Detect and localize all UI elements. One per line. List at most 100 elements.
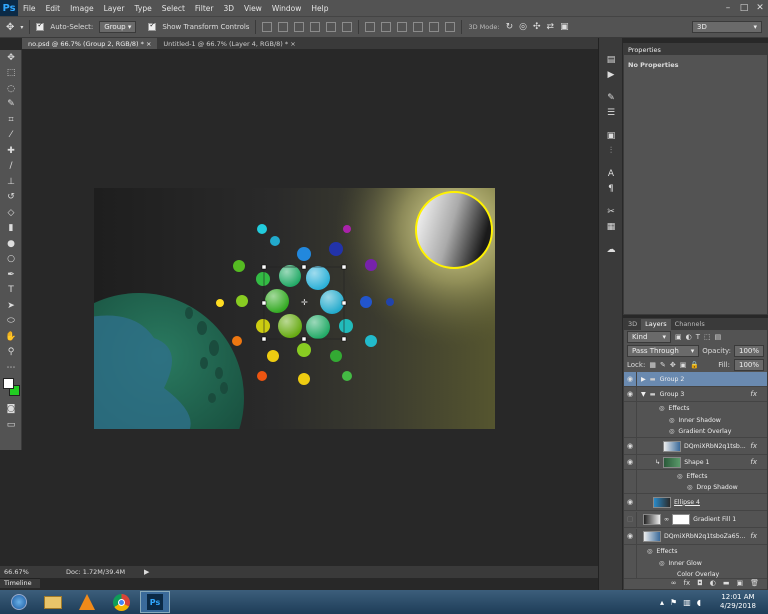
minimize-icon[interactable]: – xyxy=(720,0,736,16)
effect-row[interactable]: ◎ Gradient Overlay xyxy=(624,424,767,439)
effect-eye-icon[interactable]: ◎ xyxy=(687,484,692,491)
brush-tool-icon[interactable]: / xyxy=(0,159,22,175)
tools-presets-icon[interactable]: ✂ xyxy=(599,204,623,219)
fx-icon[interactable]: fx xyxy=(750,458,757,466)
menu-filter[interactable]: Filter xyxy=(190,4,219,13)
libraries-panel-icon[interactable]: ☁ xyxy=(599,242,623,257)
volume-icon[interactable]: ◖ xyxy=(697,598,701,607)
distribute-top-icon[interactable] xyxy=(365,22,376,32)
lock-paint-icon[interactable]: ✎ xyxy=(660,361,666,369)
new-layer-icon[interactable]: ▣ xyxy=(736,579,743,589)
swatches-panel-icon[interactable]: ▦ xyxy=(599,219,623,234)
layer-row[interactable]: ◉ Ellipse 4 xyxy=(624,494,767,511)
document-canvas[interactable]: ✛ xyxy=(94,188,495,429)
tab-close-icon[interactable]: × xyxy=(146,40,151,48)
dodge-tool-icon[interactable]: ○ xyxy=(0,252,22,268)
healing-brush-tool-icon[interactable]: ✚ xyxy=(0,143,22,159)
layer-row[interactable]: ◉ DQmiXRbN2q1tsboZa65... fx xyxy=(624,528,767,545)
fx-icon[interactable]: fx xyxy=(750,442,757,450)
quick-select-tool-icon[interactable]: ✎ xyxy=(0,97,22,113)
network-icon[interactable]: ▥ xyxy=(683,598,691,607)
distribute-right-icon[interactable] xyxy=(445,22,456,32)
close-icon[interactable]: ✕ xyxy=(752,0,768,16)
type-tool-icon[interactable]: T xyxy=(0,283,22,299)
chevron-down-icon[interactable]: ▾ xyxy=(20,24,23,31)
lock-artboard-icon[interactable]: ▣ xyxy=(680,361,687,369)
clone-stamp-tool-icon[interactable]: ⊥ xyxy=(0,174,22,190)
new-group-icon[interactable]: ▬ xyxy=(723,579,730,589)
eyedropper-tool-icon[interactable]: ⁄ xyxy=(0,128,22,144)
move-tool-icon[interactable]: ✥ xyxy=(0,50,22,66)
marquee-tool-icon[interactable]: ⬚ xyxy=(0,66,22,82)
expand-arrow-icon[interactable]: ▼ xyxy=(641,391,646,398)
workspace-dropdown[interactable]: 3D ▾ xyxy=(692,21,762,33)
delete-layer-icon[interactable]: 🗑 xyxy=(750,579,759,589)
eye-icon[interactable]: ◉ xyxy=(624,371,637,387)
eraser-tool-icon[interactable]: ◇ xyxy=(0,205,22,221)
3d-pan-icon[interactable]: ✣ xyxy=(533,22,541,32)
layer-row[interactable]: ◉ DQmiXRbN2q1tsb... fx xyxy=(624,438,767,455)
menu-help[interactable]: Help xyxy=(306,4,333,13)
layer-row[interactable]: ▢ ∞ Gradient Fill 1 xyxy=(624,511,767,528)
add-mask-icon[interactable]: ◘ xyxy=(697,579,703,589)
quick-mask-icon[interactable]: ◙ xyxy=(0,402,22,418)
effect-row[interactable]: ◎ Drop Shadow xyxy=(624,480,767,495)
menu-3d[interactable]: 3D xyxy=(218,4,239,13)
adjustments-panel-icon[interactable]: ☰ xyxy=(599,105,623,120)
3d-slide-icon[interactable]: ⇄ xyxy=(547,22,555,32)
eye-icon[interactable]: ◉ xyxy=(624,528,637,544)
paragraph-panel-icon[interactable]: ¶ xyxy=(599,181,623,196)
tab-3d[interactable]: 3D xyxy=(624,319,641,330)
effect-eye-icon[interactable]: ◎ xyxy=(669,428,674,435)
align-vcenter-icon[interactable] xyxy=(278,22,289,32)
pen-tool-icon[interactable]: ✒ xyxy=(0,267,22,283)
foreground-color-swatch[interactable] xyxy=(3,377,14,389)
tray-arrow-icon[interactable]: ▴ xyxy=(660,598,664,607)
history-panel-icon[interactable]: ▤ xyxy=(599,52,623,67)
tab-channels[interactable]: Channels xyxy=(671,319,709,330)
effect-row[interactable]: ◎ Inner Glow xyxy=(624,555,767,571)
align-top-icon[interactable] xyxy=(262,22,273,32)
effect-row[interactable]: ◎ Effects xyxy=(624,468,767,484)
3d-roll-icon[interactable]: ◎ xyxy=(519,22,527,32)
opacity-input[interactable]: 100% xyxy=(733,345,764,357)
eye-icon[interactable]: ◉ xyxy=(624,494,637,510)
distribute-vcenter-icon[interactable] xyxy=(381,22,392,32)
zoom-tool-icon[interactable]: ⚲ xyxy=(0,345,22,361)
move-tool-icon[interactable]: ✥ xyxy=(6,22,14,33)
zoom-level[interactable]: 66.67% xyxy=(4,568,62,576)
filter-adjustment-icon[interactable]: ◐ xyxy=(686,333,692,341)
eye-icon[interactable]: ◉ xyxy=(624,386,637,402)
fill-input[interactable]: 100% xyxy=(733,359,764,371)
menu-select[interactable]: Select xyxy=(157,4,190,13)
menu-window[interactable]: Window xyxy=(267,4,307,13)
eye-icon[interactable]: ▢ xyxy=(624,511,637,527)
lock-transparent-icon[interactable]: ▦ xyxy=(649,361,656,369)
auto-select-checkbox[interactable] xyxy=(36,21,45,31)
effect-eye-icon[interactable]: ◎ xyxy=(647,548,652,555)
blur-tool-icon[interactable]: ● xyxy=(0,236,22,252)
history-brush-tool-icon[interactable]: ↺ xyxy=(0,190,22,206)
flag-icon[interactable]: ⚑ xyxy=(670,598,677,607)
actions-panel-icon[interactable]: ▶ xyxy=(599,67,623,82)
eye-icon[interactable] xyxy=(624,480,637,495)
vlc-icon[interactable] xyxy=(72,591,102,613)
menu-view[interactable]: View xyxy=(239,4,267,13)
effect-row[interactable]: ◎ Inner Shadow xyxy=(624,412,767,428)
timeline-tab[interactable]: Timeline xyxy=(0,578,40,588)
eye-icon[interactable]: ◉ xyxy=(624,438,637,454)
crop-tool-icon[interactable]: ⌗ xyxy=(0,112,22,128)
adjustment-layer-icon[interactable]: ◐ xyxy=(710,579,716,589)
align-left-icon[interactable] xyxy=(310,22,321,32)
tab-close-icon[interactable]: × xyxy=(290,40,295,48)
blend-mode-dropdown[interactable]: Pass Through ▾ xyxy=(627,345,700,357)
start-button-icon[interactable] xyxy=(4,591,34,613)
menu-file[interactable]: File xyxy=(18,4,41,13)
fx-icon[interactable]: fx xyxy=(750,390,757,398)
transform-center-icon[interactable]: ✛ xyxy=(301,298,308,307)
effect-eye-icon[interactable]: ◎ xyxy=(669,417,674,424)
photoshop-taskbar-icon[interactable]: Ps xyxy=(140,591,170,613)
distribute-left-icon[interactable] xyxy=(413,22,424,32)
effect-eye-icon[interactable]: ◎ xyxy=(659,405,664,412)
effect-eye-icon[interactable]: ◎ xyxy=(659,560,664,567)
